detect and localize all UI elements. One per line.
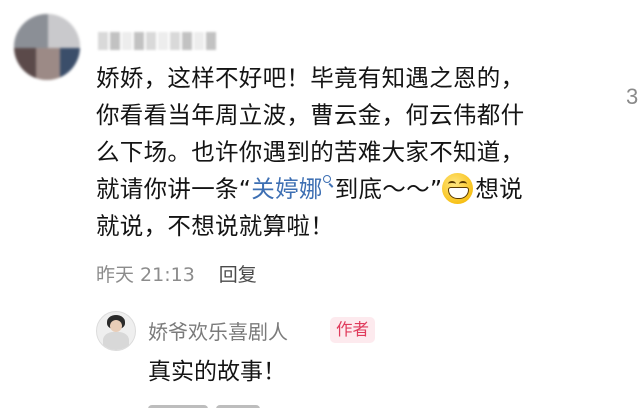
comment-line: 娇娇，这样不好吧！毕竟有知遇之恩的， (96, 64, 525, 92)
comment-line: 么下场。也许你遇到的苦难大家不知道， (96, 138, 525, 166)
comment-body: 娇娇，这样不好吧！毕竟有知遇之恩的， 你看看当年周立波，曹云金，何云伟都什 么下… (96, 60, 616, 245)
reply-button[interactable]: 回复 (219, 260, 257, 287)
grinning-face-icon (442, 173, 474, 204)
comment-line: 你看看当年周立波，曹云金，何云伟都什 (96, 101, 525, 129)
comment-meta: 昨天 21:13 回复 (96, 260, 257, 287)
comment-timestamp: 昨天 21:13 (96, 264, 195, 286)
reply-author-avatar[interactable] (96, 311, 136, 351)
reply-body: 真实的故事！ (148, 359, 286, 385)
search-icon[interactable] (322, 175, 333, 189)
like-count[interactable]: 3 (626, 84, 638, 110)
comment-line-text: 想说 (475, 175, 523, 203)
comment-line: 就请你讲一条“关婷娜 到底～～” 想说 (96, 171, 616, 208)
commenter-avatar[interactable] (14, 14, 80, 80)
comment-line-text: 就请你讲一条“ (96, 175, 252, 203)
reply-author-name[interactable]: 娇爷欢乐喜剧人 (148, 316, 288, 345)
mention-link[interactable]: 关婷娜 (251, 175, 322, 203)
comment-line: 就说，不想说就算啦！ (96, 212, 334, 240)
next-meta-row-clipped (148, 399, 308, 408)
author-badge: 作者 (330, 317, 375, 343)
comment-line-text: 到底～～” (334, 175, 443, 203)
commenter-username-blurred[interactable] (98, 32, 216, 50)
